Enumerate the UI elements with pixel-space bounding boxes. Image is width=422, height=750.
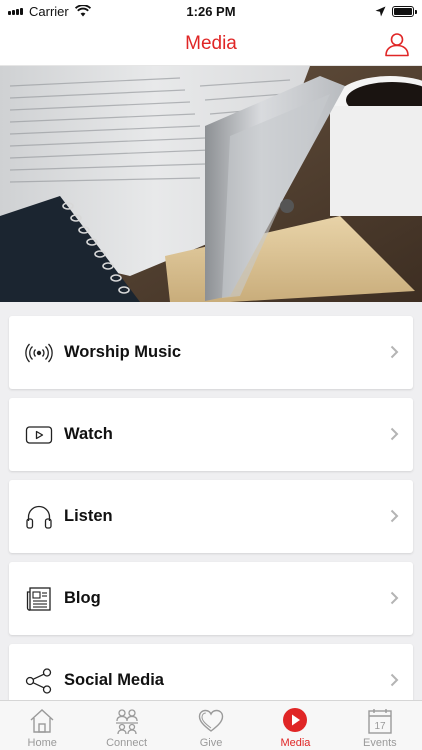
status-bar: Carrier 1:26 PM (0, 0, 422, 22)
carrier-label: Carrier (29, 3, 69, 19)
menu-item-watch[interactable]: Watch (9, 398, 413, 471)
menu-item-worship-music[interactable]: Worship Music (9, 316, 413, 389)
status-left: Carrier (8, 4, 91, 19)
chevron-right-icon (390, 509, 399, 523)
chevron-right-icon (390, 345, 399, 359)
signal-icon (8, 7, 23, 15)
hero-photo (0, 66, 422, 302)
menu-item-label: Worship Music (64, 343, 182, 361)
tab-label: Give (199, 737, 223, 749)
menu-item-label: Blog (64, 589, 101, 607)
media-menu-list: Worship Music Watch Listen Blog Social M… (9, 316, 413, 726)
location-icon (375, 6, 386, 16)
tab-label: Media (280, 737, 311, 749)
people-icon (115, 709, 138, 735)
menu-item-listen[interactable]: Listen (9, 480, 413, 553)
page-title: Media (185, 32, 237, 54)
battery-icon (392, 5, 417, 17)
menu-item-label: Listen (64, 507, 113, 525)
chevron-right-icon (390, 673, 399, 687)
tab-label: Events (363, 737, 397, 749)
profile-icon[interactable] (384, 31, 410, 57)
menu-item-label: Watch (64, 425, 113, 443)
share-icon (24, 666, 54, 696)
home-icon (30, 709, 54, 733)
menu-item-label: Social Media (64, 671, 164, 689)
status-time: 1:26 PM (186, 3, 236, 19)
tab-events[interactable]: 17 Events (338, 701, 422, 750)
tab-label: Home (27, 737, 57, 749)
broadcast-icon (24, 338, 54, 368)
hero-image (0, 66, 422, 302)
youtube-play-icon (24, 420, 54, 450)
tab-media[interactable]: Media (253, 701, 337, 750)
headphones-icon (24, 502, 54, 532)
heart-icon (198, 709, 224, 732)
wifi-icon (74, 5, 91, 17)
calendar-date: 17 (374, 721, 386, 732)
calendar-icon: 17 (368, 709, 392, 734)
play-circle-icon (283, 708, 308, 732)
tab-label: Connect (106, 737, 148, 749)
tab-give[interactable]: Give (169, 701, 253, 750)
tab-home[interactable]: Home (0, 701, 84, 750)
newspaper-icon (24, 584, 54, 614)
chevron-right-icon (390, 591, 399, 605)
nav-header: Media (0, 22, 422, 66)
status-right (375, 5, 417, 17)
chevron-right-icon (390, 427, 399, 441)
tab-bar: Home Connect Give Media 17 Events (0, 700, 422, 750)
tab-connect[interactable]: Connect (84, 701, 168, 750)
menu-item-blog[interactable]: Blog (9, 562, 413, 635)
